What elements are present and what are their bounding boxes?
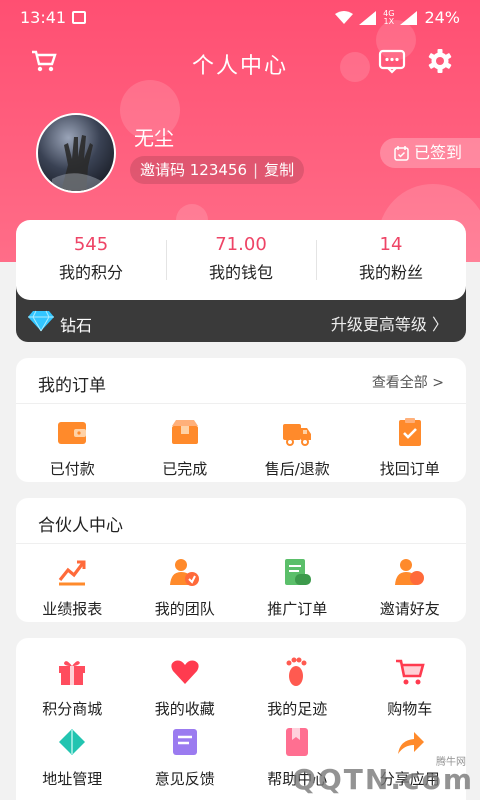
tool-feedback[interactable]: 意见反馈 [129, 714, 242, 788]
partner-grid: 业绩报表 我的团队 推广订单 邀请好友 [16, 544, 466, 620]
status-bar: 13:41 4G 1X 24% [0, 0, 480, 36]
partner-label: 我的团队 [154, 600, 215, 618]
tool-cart[interactable]: 购物车 [354, 644, 467, 718]
gift-icon [59, 661, 86, 685]
calendar-check-icon [394, 145, 409, 161]
signin-label: 已签到 [414, 143, 463, 162]
orders-grid: 已付款 已完成 售后/退款 找回订单 [16, 404, 466, 480]
watermark-logo: 腾牛网 QQTN.com [292, 757, 474, 796]
invite-code: 邀请码 123456 [140, 161, 248, 179]
partner-label: 邀请好友 [379, 600, 440, 618]
message-icon[interactable] [378, 48, 406, 74]
bookmark-icon [286, 728, 309, 756]
order-paid[interactable]: 已付款 [16, 404, 129, 480]
signal-icon [359, 10, 377, 25]
invite-code-pill: 邀请码 123456 | 复制 [130, 156, 305, 184]
cart-icon [395, 659, 425, 685]
status-time: 13:41 [20, 8, 67, 27]
partner-title: 合伙人中心 [38, 516, 123, 536]
gear-icon[interactable] [426, 48, 454, 74]
stat-value: 545 [73, 234, 109, 255]
stat-fans[interactable]: 14 我的粉丝 [316, 220, 466, 300]
order-label: 已完成 [162, 460, 208, 478]
stat-label: 我的钱包 [208, 263, 273, 282]
partner-label: 业绩报表 [42, 600, 103, 618]
page-title: 个人中心 [191, 54, 288, 79]
image-notification-icon [72, 11, 86, 24]
top-bar: 个人中心 [0, 40, 480, 84]
order-label: 找回订单 [379, 460, 440, 478]
team-icon [169, 559, 199, 586]
tool-favorites[interactable]: 我的收藏 [129, 644, 242, 718]
view-all-orders-link[interactable]: 查看全部 > [372, 372, 444, 392]
stats-card: 545 我的积分 71.00 我的钱包 14 我的粉丝 [16, 220, 466, 300]
promo-order-icon [285, 559, 312, 585]
wallet-icon [58, 422, 87, 444]
chart-icon [59, 560, 86, 586]
partner-header: 合伙人中心 [16, 498, 466, 544]
map-icon [59, 729, 86, 755]
footprint-icon [286, 657, 307, 686]
tool-label: 地址管理 [42, 770, 103, 788]
tool-points-mall[interactable]: 积分商城 [16, 644, 129, 718]
tool-footprint[interactable]: 我的足迹 [241, 644, 354, 718]
stat-value: 71.00 [215, 234, 267, 255]
avatar-image [52, 135, 108, 191]
stat-wallet[interactable]: 71.00 我的钱包 [166, 220, 316, 300]
avatar[interactable] [36, 113, 116, 193]
partner-label: 推广订单 [267, 600, 328, 618]
partner-report[interactable]: 业绩报表 [16, 544, 129, 620]
order-label: 已付款 [49, 460, 95, 478]
stat-points[interactable]: 545 我的积分 [16, 220, 166, 300]
invite-friend-icon [394, 559, 424, 585]
upgrade-label: 升级更高等级 [330, 315, 427, 334]
truck-icon [283, 424, 312, 446]
order-completed[interactable]: 已完成 [129, 404, 242, 480]
username: 无尘 [134, 126, 174, 150]
copy-button[interactable]: 复制 [264, 161, 294, 179]
clipboard-check-icon [398, 418, 421, 446]
order-after-sale[interactable]: 售后/退款 [241, 404, 354, 480]
signin-button[interactable]: 已签到 [380, 138, 480, 168]
wifi-icon [335, 10, 354, 24]
chevron-right-icon: 〉 [431, 315, 448, 334]
upgrade-link[interactable]: 升级更高等级 〉 [331, 311, 448, 335]
tool-label: 意见反馈 [154, 770, 215, 788]
partner-invite[interactable]: 邀请好友 [354, 544, 467, 620]
order-retrieve[interactable]: 找回订单 [354, 404, 467, 480]
orders-card: 我的订单 查看全部 > 已付款 已完成 售后/退款 找回订单 [16, 358, 466, 482]
orders-header: 我的订单 查看全部 > [16, 358, 466, 404]
diamond-icon [28, 310, 54, 332]
stat-label: 我的积分 [58, 263, 123, 282]
feedback-icon [172, 729, 197, 755]
watermark-small: 腾牛网 [436, 757, 466, 768]
partner-card: 合伙人中心 业绩报表 我的团队 推广订单 邀请好友 [16, 498, 466, 622]
network-type: 4G 1X [383, 8, 395, 26]
signal-icon-2 [400, 10, 418, 25]
order-label: 售后/退款 [264, 460, 330, 478]
orders-title: 我的订单 [38, 376, 106, 396]
heart-icon [171, 660, 199, 684]
tool-address[interactable]: 地址管理 [16, 714, 129, 788]
partner-promo-orders[interactable]: 推广订单 [241, 544, 354, 620]
invite-separator: | [253, 161, 259, 179]
share-icon [397, 732, 424, 754]
battery-level: 24% [424, 8, 460, 27]
stat-value: 14 [379, 234, 403, 255]
stat-label: 我的粉丝 [358, 263, 423, 282]
box-icon [171, 420, 198, 444]
partner-team[interactable]: 我的团队 [129, 544, 242, 620]
vip-level: 钻石 [60, 316, 93, 335]
